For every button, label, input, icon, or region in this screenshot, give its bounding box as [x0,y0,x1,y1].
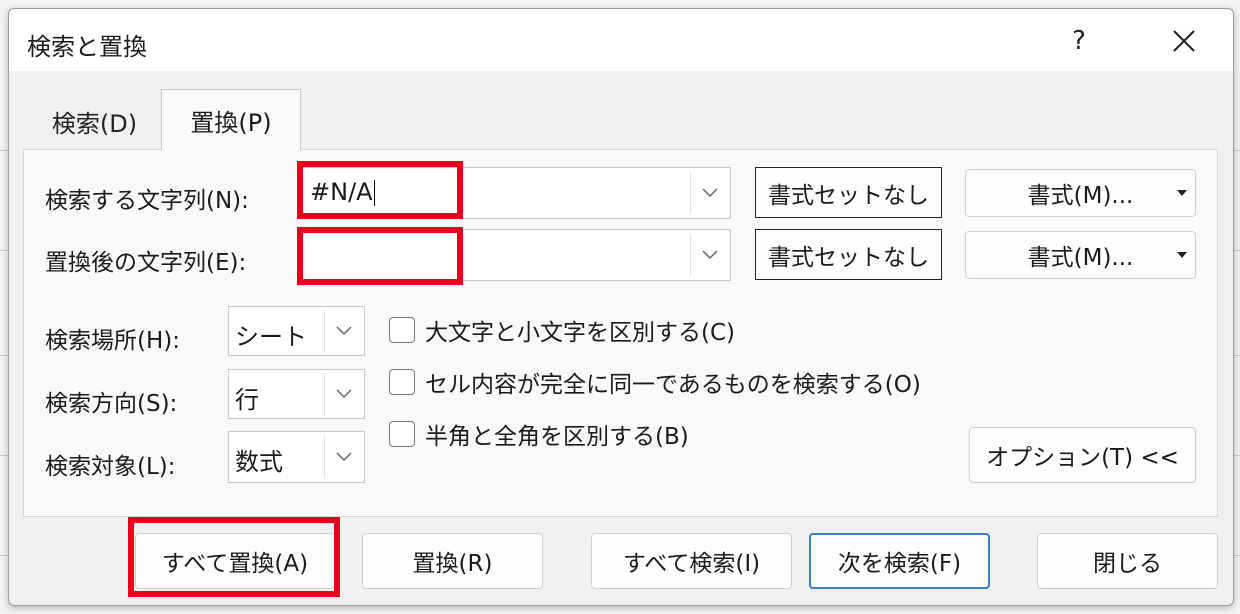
dropdown-arrow-icon [1177,252,1187,258]
chevron-down-icon [701,250,718,260]
search-dropdown[interactable] [324,373,362,415]
no-format-button-find[interactable]: 書式セットなし [755,167,942,218]
format-button-find[interactable]: 書式(M)... [965,169,1196,217]
title-bar: 検索と置換 ? [9,9,1233,71]
match-entire-checkbox[interactable] [389,369,415,395]
dialog-title: 検索と置換 [27,33,147,61]
match-case-label: 大文字と小文字を区別する(C) [425,320,736,346]
highlight-box-replace [297,227,463,285]
close-icon [1173,30,1195,52]
search-value: 行 [235,386,259,414]
tab-find-label: 検索(D) [51,109,138,138]
within-select[interactable]: シート [228,306,365,356]
highlight-box-replace-all [128,517,340,597]
tab-replace[interactable]: 置換(P) [161,89,301,150]
options-toggle-button[interactable]: オプション(T) << [969,427,1196,483]
replace-dropdown[interactable] [690,234,728,276]
match-entire-option[interactable]: セル内容が完全に同一であるものを検索する(O) [389,365,921,399]
find-next-button[interactable]: 次を検索(F) [809,533,990,589]
find-replace-dialog: 検索と置換 ? 検索(D) 置換(P) 検索する文字列(N): #N/A 置換後… [8,8,1234,606]
within-value: シート [235,323,307,351]
match-entire-label: セル内容が完全に同一であるものを検索する(O) [425,372,921,398]
look-in-value: 数式 [235,448,283,476]
no-format-button-replace[interactable]: 書式セットなし [755,229,942,280]
look-in-select[interactable]: 数式 [228,431,365,483]
chevron-down-icon [335,389,352,399]
format-button-replace[interactable]: 書式(M)... [965,231,1196,279]
tab-find[interactable]: 検索(D) [27,93,162,149]
within-dropdown[interactable] [324,310,362,352]
format-button-replace-label: 書式(M)... [1027,245,1134,271]
search-select[interactable]: 行 [228,369,365,419]
find-dropdown[interactable] [690,172,728,214]
close-button[interactable] [1159,19,1209,63]
search-label: 検索方向(S): [45,391,178,417]
match-byte-checkbox[interactable] [389,421,415,447]
replace-label: 置換後の文字列(E): [45,250,247,276]
replace-button[interactable]: 置換(R) [362,533,543,589]
match-byte-label: 半角と全角を区別する(B) [425,424,689,450]
help-button[interactable]: ? [1054,19,1104,63]
match-case-option[interactable]: 大文字と小文字を区別する(C) [389,313,735,347]
match-case-checkbox[interactable] [389,317,415,343]
close-dialog-button[interactable]: 閉じる [1037,533,1218,589]
dropdown-arrow-icon [1177,190,1187,196]
chevron-down-icon [335,326,352,336]
chevron-down-icon [335,452,352,462]
find-all-button[interactable]: すべて検索(I) [591,533,792,589]
chevron-down-icon [701,188,718,198]
look-in-dropdown[interactable] [324,436,362,478]
highlight-box-find [297,161,463,219]
tab-replace-label: 置換(P) [190,108,272,137]
look-in-label: 検索対象(L): [45,454,176,480]
find-label: 検索する文字列(N): [45,188,249,214]
match-byte-option[interactable]: 半角と全角を区別する(B) [389,417,689,451]
format-button-find-label: 書式(M)... [1027,183,1134,209]
within-label: 検索場所(H): [45,328,180,354]
